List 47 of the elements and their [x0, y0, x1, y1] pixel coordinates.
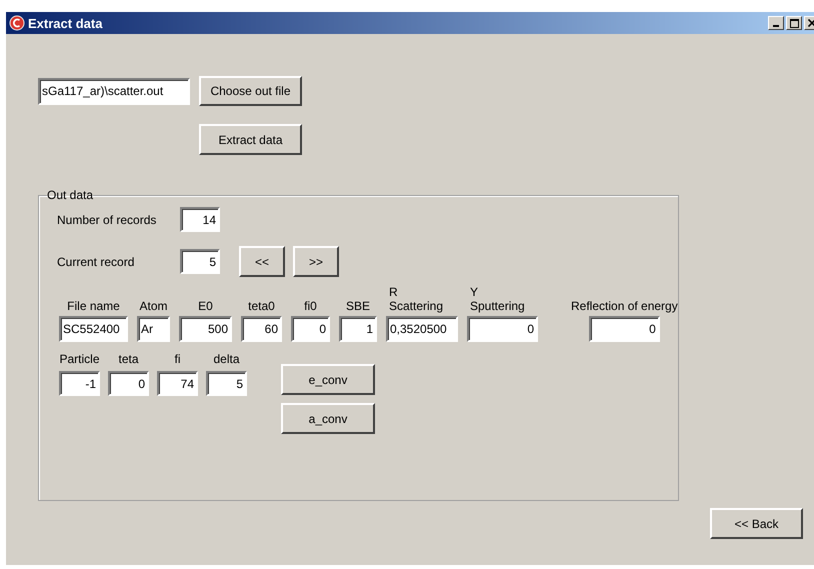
field-label: Atom: [139, 299, 168, 313]
file-path-field[interactable]: sGa117_ar)\scatter.out: [38, 78, 190, 104]
current-record-field[interactable]: 5: [180, 249, 220, 274]
field-label: SBE: [346, 299, 370, 313]
group-title: Out data: [47, 188, 94, 202]
value-field[interactable]: 0: [588, 316, 660, 342]
value-field[interactable]: -1: [59, 371, 100, 396]
symbol-label: Y: [470, 285, 478, 299]
value-field[interactable]: 5: [206, 371, 247, 396]
value-field[interactable]: 0: [291, 316, 330, 342]
convert-button[interactable]: e_conv: [281, 364, 375, 395]
value-field[interactable]: 60: [241, 316, 282, 342]
field-label: Reflection of energy: [571, 299, 678, 313]
value-field[interactable]: 74: [157, 371, 198, 396]
value-field[interactable]: Ar: [137, 316, 170, 342]
extract-data-button[interactable]: Extract data: [199, 124, 302, 155]
minimize-button[interactable]: [768, 16, 784, 30]
field-label: File name: [67, 299, 120, 313]
window-title: Extract data: [28, 16, 102, 30]
value-field[interactable]: SC552400: [59, 316, 128, 342]
nav-button[interactable]: >>: [293, 246, 339, 277]
field-label: Number of records: [57, 212, 158, 226]
convert-button[interactable]: a_conv: [281, 403, 375, 434]
value-field[interactable]: 500: [179, 316, 232, 342]
symbol-label: R: [389, 285, 398, 299]
value-field[interactable]: 1: [339, 316, 377, 342]
field-label: Particle: [59, 352, 100, 366]
field-label: Scattering: [389, 299, 444, 313]
close-icon: [808, 19, 814, 27]
back-button[interactable]: << Back: [710, 508, 803, 539]
field-label: Sputtering: [470, 299, 525, 313]
records-count-field[interactable]: 14: [180, 207, 220, 232]
maximize-icon: [790, 18, 798, 28]
value-field[interactable]: 0: [108, 371, 149, 396]
field-label: teta: [118, 352, 138, 366]
field-label: fi0: [304, 299, 317, 313]
maximize-button[interactable]: [786, 16, 802, 30]
value-field[interactable]: 0,3520500: [386, 316, 458, 342]
field-label: Current record: [57, 254, 136, 268]
field-label: delta: [213, 352, 240, 366]
field-label: fi: [174, 352, 180, 366]
field-label: teta0: [248, 299, 275, 313]
choose-file-button[interactable]: Choose out file: [199, 76, 302, 106]
value-field[interactable]: 0: [467, 316, 538, 342]
app-icon: [9, 15, 25, 31]
nav-button[interactable]: <<: [239, 246, 285, 277]
field-label: E0: [198, 299, 213, 313]
